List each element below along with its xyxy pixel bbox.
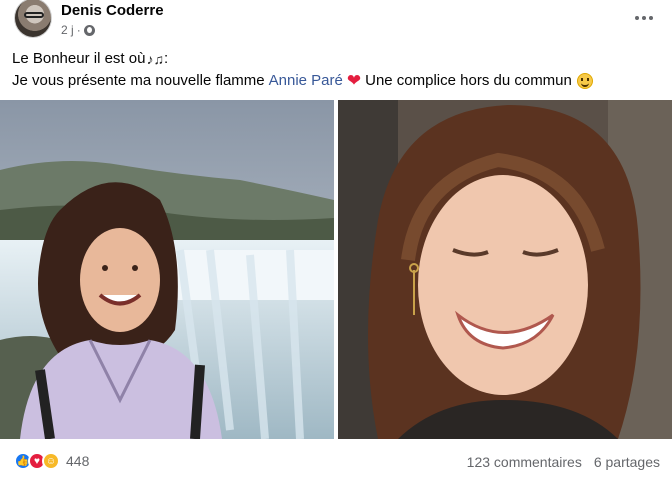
photo-portrait[interactable] <box>338 100 672 439</box>
meta-separator: · <box>76 23 81 37</box>
post-meta: 2 j · <box>61 23 95 37</box>
post-header: Denis Coderre 2 j · <box>0 0 672 44</box>
globe-icon[interactable] <box>83 24 95 36</box>
reactions-summary[interactable]: 👍 ♥ ☺ 448 <box>14 452 89 470</box>
more-options-icon[interactable] <box>630 8 658 28</box>
post-text-part: Le Bonheur il est où <box>12 50 146 67</box>
post-text-line-2: Je vous présente ma nouvelle flamme Anni… <box>12 70 662 92</box>
post-text: Le Bonheur il est où ♪♫ : Je vous présen… <box>12 48 662 92</box>
facebook-post: Denis Coderre 2 j · Le Bonheur il est où… <box>0 0 672 477</box>
smile-emoji-icon <box>576 73 593 89</box>
red-heart-icon: ❤ <box>346 71 362 90</box>
mention-link[interactable]: Annie Paré <box>269 70 343 92</box>
avatar-glasses <box>24 12 44 18</box>
post-footer: 👍 ♥ ☺ 448 123 commentaires 6 partages <box>0 444 672 477</box>
comments-count[interactable]: 123 commentaires <box>467 454 582 470</box>
author-name[interactable]: Denis Coderre <box>61 2 164 19</box>
post-text-part: Je vous présente ma nouvelle flamme <box>12 72 265 89</box>
care-icon: ☺ <box>42 452 60 470</box>
reaction-count: 448 <box>66 453 90 469</box>
music-notes-icon: ♪♫ <box>146 51 164 67</box>
shares-count[interactable]: 6 partages <box>594 454 660 470</box>
post-time[interactable]: 2 j <box>61 23 74 37</box>
photo-waterfall[interactable] <box>0 100 334 439</box>
post-text-part: : <box>163 50 169 67</box>
avatar[interactable] <box>14 0 52 38</box>
post-text-line-1: Le Bonheur il est où ♪♫ : <box>12 48 662 70</box>
post-stats: 123 commentaires 6 partages <box>467 454 660 470</box>
post-text-part: Une complice hors du commun <box>365 72 572 89</box>
